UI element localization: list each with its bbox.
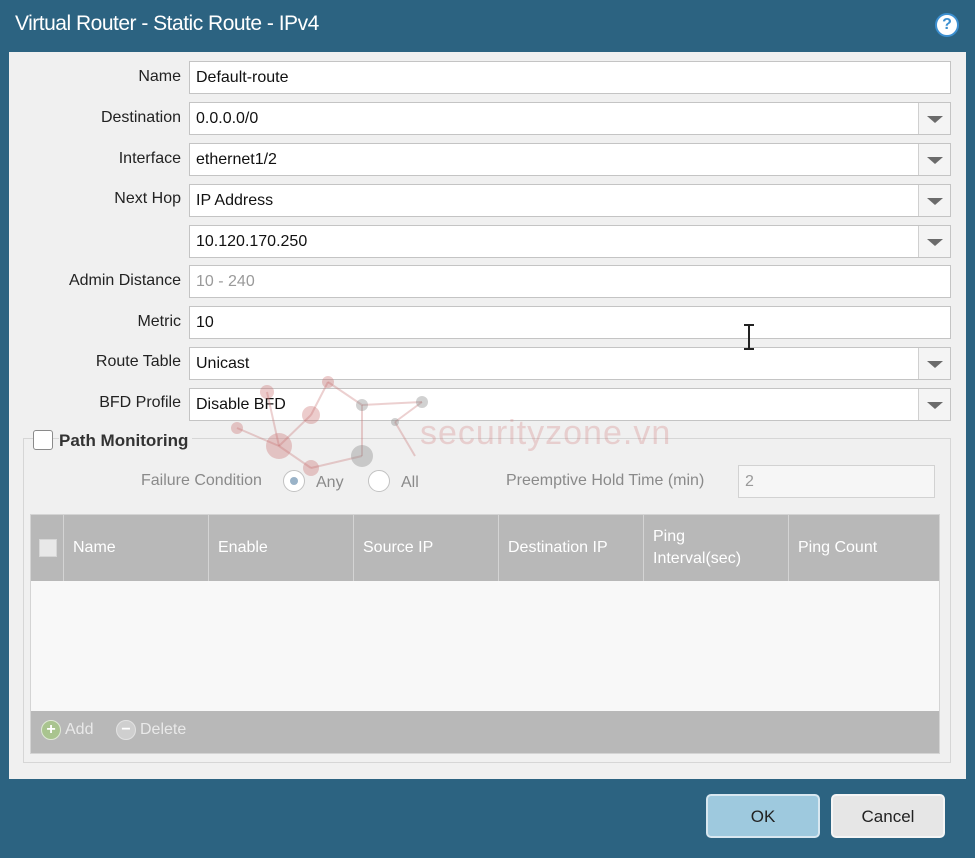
preemptive-hold-input[interactable]: 2	[738, 465, 935, 498]
ok-button[interactable]: OK	[706, 794, 820, 838]
path-monitoring-table: Name Enable Source IP Destination IP Pin…	[30, 514, 940, 754]
watermark-logo	[231, 376, 428, 476]
column-header-name[interactable]: Name	[63, 515, 208, 581]
route-table-value: Unicast	[196, 355, 250, 372]
next-hop-ip-combobox[interactable]: 10.120.170.250	[189, 225, 951, 258]
watermark-text: securityzone.vn	[420, 414, 672, 452]
destination-combobox[interactable]: 0.0.0.0/0	[189, 102, 951, 135]
route-table-label: Route Table	[95, 353, 181, 370]
destination-label: Destination	[100, 109, 181, 126]
delete-button[interactable]: − Delete	[116, 720, 186, 740]
next-hop-chevron-down-icon[interactable]	[918, 185, 950, 216]
column-header-source-ip[interactable]: Source IP	[353, 515, 498, 581]
column-header-ping-count[interactable]: Ping Count	[788, 515, 939, 581]
name-label: Name	[138, 68, 181, 85]
path-monitoring-label: Path Monitoring	[59, 431, 193, 451]
next-hop-label: Next Hop	[114, 190, 181, 207]
cancel-button[interactable]: Cancel	[831, 794, 945, 838]
next-hop-ip-chevron-down-icon[interactable]	[918, 226, 950, 257]
metric-label: Metric	[137, 313, 181, 330]
table-footer: + Add − Delete	[31, 711, 939, 753]
minus-icon: −	[116, 720, 136, 740]
table-header: Name Enable Source IP Destination IP Pin…	[31, 515, 939, 581]
add-label: Add	[65, 721, 94, 738]
bfd-profile-label: BFD Profile	[99, 394, 181, 411]
route-table-chevron-down-icon[interactable]	[918, 348, 950, 379]
next-hop-value: IP Address	[196, 192, 274, 209]
admin-distance-input[interactable]: 10 - 240	[189, 265, 951, 298]
plus-icon: +	[41, 720, 61, 740]
dialog-title: Virtual Router - Static Route - IPv4	[15, 12, 319, 35]
preemptive-hold-label: Preemptive Hold Time (min)	[506, 472, 705, 489]
interface-select[interactable]: ethernet1/2	[189, 143, 951, 176]
admin-distance-label: Admin Distance	[68, 272, 181, 289]
next-hop-select[interactable]: IP Address	[189, 184, 951, 217]
add-button[interactable]: + Add	[41, 720, 93, 740]
metric-input[interactable]: 10	[189, 306, 951, 339]
dialog-titlebar: Virtual Router - Static Route - IPv4 ?	[0, 0, 975, 52]
next-hop-ip-value: 10.120.170.250	[196, 233, 308, 250]
column-header-destination-ip[interactable]: Destination IP	[498, 515, 643, 581]
destination-value: 0.0.0.0/0	[196, 110, 259, 127]
help-icon[interactable]: ?	[935, 13, 959, 37]
column-header-ping-interval[interactable]: Ping Interval(sec)	[643, 515, 788, 581]
column-header-enable[interactable]: Enable	[208, 515, 353, 581]
bfd-profile-chevron-down-icon[interactable]	[918, 389, 950, 420]
path-monitoring-checkbox[interactable]	[33, 430, 53, 450]
text-cursor-icon	[744, 324, 754, 350]
interface-value: ethernet1/2	[196, 151, 277, 168]
delete-label: Delete	[140, 721, 187, 738]
destination-chevron-down-icon[interactable]	[918, 103, 950, 134]
name-input[interactable]: Default-route	[189, 61, 951, 94]
interface-label: Interface	[118, 150, 181, 167]
select-all-checkbox[interactable]	[39, 539, 57, 557]
interface-chevron-down-icon[interactable]	[918, 144, 950, 175]
